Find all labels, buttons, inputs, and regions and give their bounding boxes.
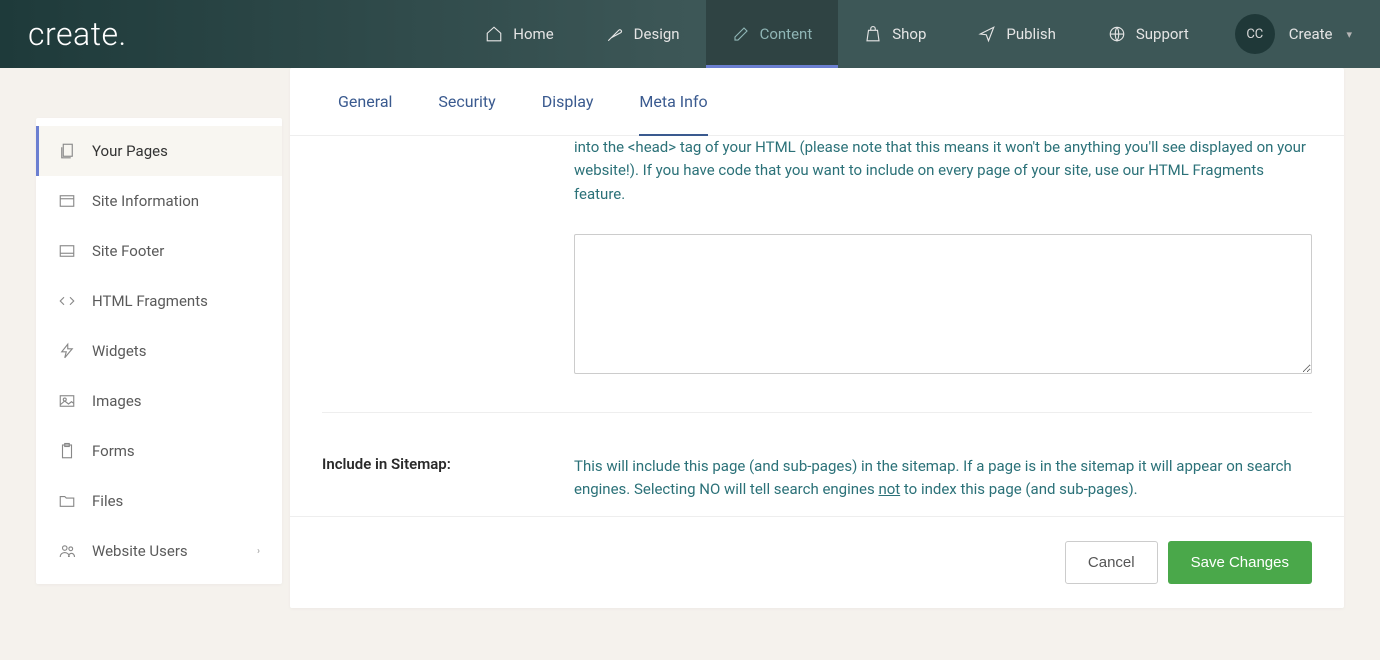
plane-icon [978,25,996,43]
sitemap-field: Include in Sitemap: This will include th… [322,455,1312,516]
sidebar-item-label: Your Pages [92,142,168,160]
pages-icon [58,142,76,160]
sidebar-item-images[interactable]: Images [36,376,282,426]
user-label: Create [1289,25,1333,43]
bolt-icon [58,342,76,360]
head-fragment-textarea[interactable] [574,234,1312,374]
info-icon [58,192,76,210]
cancel-button[interactable]: Cancel [1065,541,1158,584]
chevron-down-icon: ▾ [1346,28,1352,41]
code-icon [58,292,76,310]
app-header: create. Home Design Content Shop Publish… [0,0,1380,68]
sidebar-item-html-fragments[interactable]: HTML Fragments [36,276,282,326]
head-fragment-description: into the <head> tag of your HTML (please… [574,136,1312,206]
sidebar-item-label: Website Users [92,542,188,560]
sidebar-item-website-users[interactable]: Website Users › [36,526,282,576]
nav-home[interactable]: Home [459,0,579,68]
tab-general[interactable]: General [338,68,392,135]
sidebar-item-label: Site Information [92,192,199,210]
globe-icon [1108,25,1126,43]
sidebar-item-label: HTML Fragments [92,292,208,310]
sidebar: Your Pages Site Information Site Footer … [36,118,282,584]
tab-security[interactable]: Security [438,68,495,135]
tab-display[interactable]: Display [542,68,594,135]
tab-meta-info[interactable]: Meta Info [639,68,707,135]
sidebar-item-your-pages[interactable]: Your Pages [36,126,282,176]
footer-icon [58,242,76,260]
sidebar-item-label: Site Footer [92,242,164,260]
sidebar-item-site-footer[interactable]: Site Footer [36,226,282,276]
nav-label: Support [1136,25,1189,43]
content-panel: General Security Display Meta Info into … [290,68,1344,608]
logo: create. [28,15,127,53]
nav-content[interactable]: Content [706,0,839,68]
sidebar-item-forms[interactable]: Forms [36,426,282,476]
users-icon [58,542,76,560]
sidebar-item-label: Files [92,492,123,510]
nav-label: Shop [892,25,926,43]
chevron-right-icon: › [257,546,260,557]
edit-icon [732,25,750,43]
nav-shop[interactable]: Shop [838,0,952,68]
sidebar-item-label: Widgets [92,342,146,360]
user-menu[interactable]: CC Create ▾ [1235,14,1352,54]
nav-label: Content [760,25,813,43]
form-actions: Cancel Save Changes [290,516,1344,608]
sidebar-item-files[interactable]: Files [36,476,282,526]
nav-support[interactable]: Support [1082,0,1215,68]
divider [322,412,1312,413]
nav-label: Design [634,25,680,43]
bag-icon [864,25,882,43]
sidebar-item-label: Images [92,392,142,410]
image-icon [58,392,76,410]
sidebar-item-site-information[interactable]: Site Information [36,176,282,226]
avatar: CC [1235,14,1275,54]
main-nav: Home Design Content Shop Publish Support [459,0,1214,68]
folder-icon [58,492,76,510]
clipboard-icon [58,442,76,460]
brush-icon [606,25,624,43]
home-icon [485,25,503,43]
nav-label: Home [513,25,553,43]
sitemap-description: This will include this page (and sub-pag… [574,455,1312,502]
nav-label: Publish [1006,25,1055,43]
sitemap-label: Include in Sitemap: [322,455,574,516]
sidebar-item-widgets[interactable]: Widgets [36,326,282,376]
nav-publish[interactable]: Publish [952,0,1081,68]
tab-panel: into the <head> tag of your HTML (please… [290,136,1344,516]
nav-design[interactable]: Design [580,0,706,68]
tabs: General Security Display Meta Info [290,68,1344,136]
save-button[interactable]: Save Changes [1168,541,1312,584]
sidebar-item-label: Forms [92,442,135,460]
